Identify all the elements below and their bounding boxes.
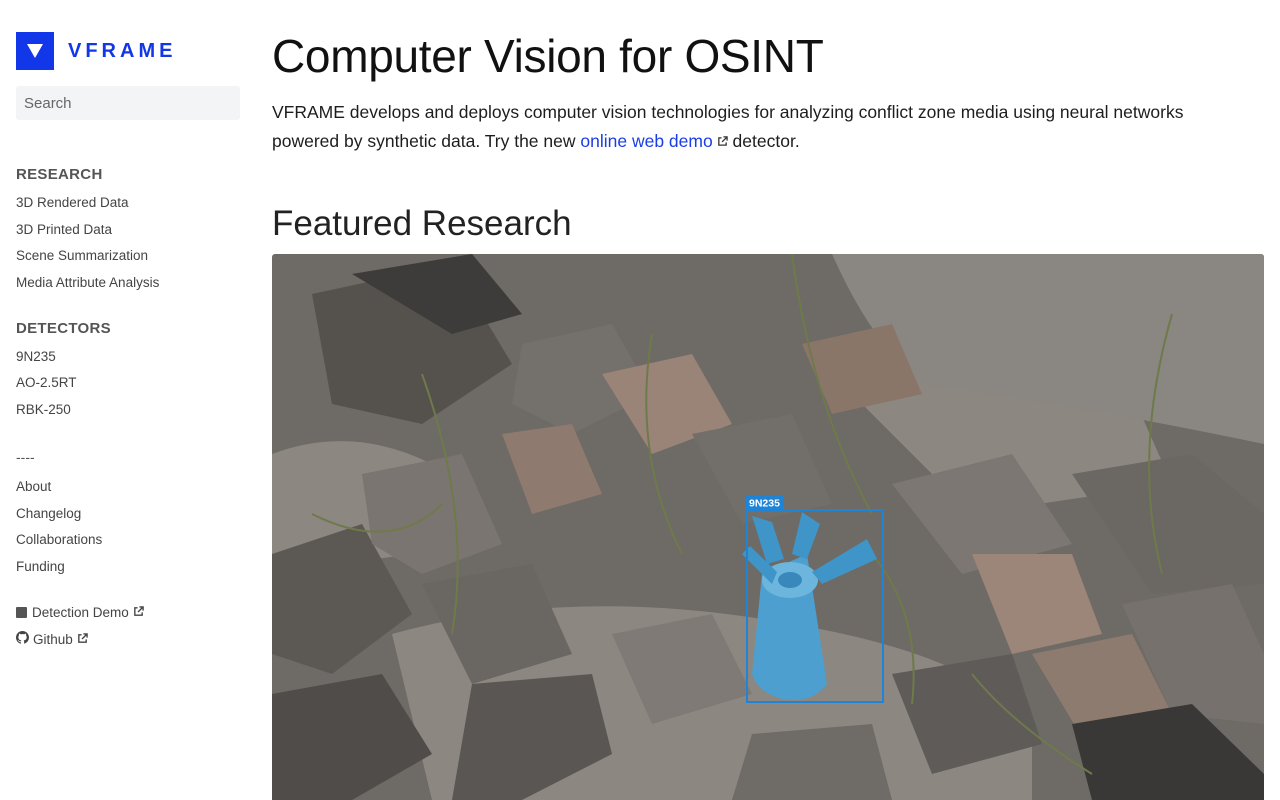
external-link-item: Detection Demo xyxy=(16,600,240,627)
nav-heading-research: RESEARCH xyxy=(16,166,103,183)
nav-item: Funding xyxy=(16,555,240,582)
nav-divider: ---- xyxy=(16,448,35,465)
github-link[interactable]: Github xyxy=(16,628,88,652)
nav-link-3d-printed-data[interactable]: 3D Printed Data xyxy=(16,222,112,237)
external-link-item: Github xyxy=(16,626,240,653)
logo-link[interactable]: VFRAME xyxy=(16,32,240,70)
nav-link-changelog[interactable]: Changelog xyxy=(16,506,81,521)
nav-item: 9N235 xyxy=(16,345,240,372)
nav-list-info: About Changelog Collaborations Funding xyxy=(16,475,240,582)
nav-list-detectors: 9N235 AO-2.5RT RBK-250 xyxy=(16,345,240,425)
page-title: Computer Vision for OSINT xyxy=(272,30,824,82)
nav-item: 3D Printed Data xyxy=(16,218,240,245)
online-web-demo-link[interactable]: online web demo xyxy=(580,131,728,151)
nav-heading-detectors: DETECTORS xyxy=(16,319,111,337)
github-icon xyxy=(16,628,29,652)
nav-item: 3D Rendered Data xyxy=(16,191,240,218)
github-label: Github xyxy=(33,631,73,647)
nav-link-ao-2-5rt[interactable]: AO-2.5RT xyxy=(16,375,77,390)
logo-triangle-icon xyxy=(16,32,54,70)
featured-research-image[interactable]: 9N235 xyxy=(272,254,1264,800)
nav-link-collaborations[interactable]: Collaborations xyxy=(16,532,102,547)
nav-link-media-attribute-analysis[interactable]: Media Attribute Analysis xyxy=(16,275,159,290)
detection-demo-label: Detection Demo xyxy=(32,604,129,620)
main-content: Computer Vision for OSINT VFRAME develop… xyxy=(272,26,1264,248)
external-link-icon xyxy=(133,601,144,625)
nav-list-research: 3D Rendered Data 3D Printed Data Scene S… xyxy=(16,191,240,298)
nav-link-scene-summarization[interactable]: Scene Summarization xyxy=(16,248,148,263)
nav-item: AO-2.5RT xyxy=(16,371,240,398)
intro-paragraph: VFRAME develops and deploys computer vis… xyxy=(272,98,1232,156)
nav-link-about[interactable]: About xyxy=(16,479,51,494)
nav-link-rbk-250[interactable]: RBK-250 xyxy=(16,402,71,417)
nav-link-funding[interactable]: Funding xyxy=(16,559,65,574)
square-icon xyxy=(16,607,27,619)
detection-demo-link[interactable]: Detection Demo xyxy=(16,601,144,625)
external-link-icon xyxy=(77,628,88,652)
external-links: Detection Demo Github xyxy=(16,600,240,653)
nav-item: Media Attribute Analysis xyxy=(16,271,240,298)
nav-item: Changelog xyxy=(16,502,240,529)
section-title-featured-research: Featured Research xyxy=(272,204,572,243)
nav-item: Collaborations xyxy=(16,528,240,555)
logo-text: VFRAME xyxy=(68,39,177,62)
intro-text-after: detector. xyxy=(727,131,800,151)
featured-image-svg: 9N235 xyxy=(272,254,1264,800)
online-web-demo-label: online web demo xyxy=(580,131,713,151)
nav-link-9n235[interactable]: 9N235 xyxy=(16,349,56,364)
nav-item: About xyxy=(16,475,240,502)
sidebar: VFRAME RESEARCH 3D Rendered Data 3D Prin… xyxy=(16,32,240,653)
nav-item: RBK-250 xyxy=(16,398,240,425)
detection-label: 9N235 xyxy=(749,498,780,510)
nav-link-3d-rendered-data[interactable]: 3D Rendered Data xyxy=(16,195,129,210)
search-input[interactable] xyxy=(16,86,240,120)
external-link-icon xyxy=(717,127,728,156)
nav-item: Scene Summarization xyxy=(16,244,240,271)
